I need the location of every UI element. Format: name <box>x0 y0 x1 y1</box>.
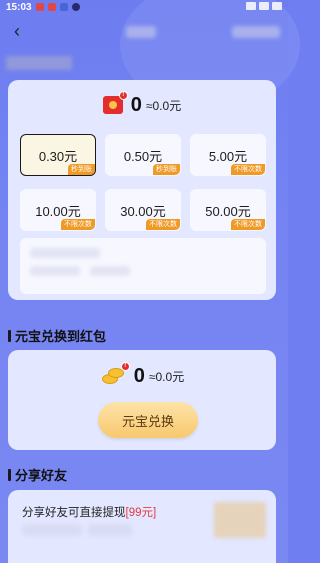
redacted-share-text <box>88 524 132 536</box>
withdraw-option[interactable]: 0.30元 秒到账 <box>20 134 96 176</box>
red-packet-icon: ! <box>102 91 128 114</box>
withdraw-option[interactable]: 30.00元 不限次数 <box>105 189 181 231</box>
share-card: 分享好友可直接提现[99元] <box>8 490 276 563</box>
withdraw-options: 0.30元 秒到账 0.50元 秒到账 5.00元 不限次数 10.00元 不限… <box>20 134 266 231</box>
exchange-section-title: 元宝兑换到红包 <box>8 326 106 345</box>
option-value: 30.00元 <box>120 203 166 219</box>
redpacket-balance: ! 0 ≈0.0元 <box>8 91 276 118</box>
notification-icon <box>71 3 80 11</box>
withdraw-option[interactable]: 10.00元 不限次数 <box>20 189 96 231</box>
option-value: 50.00元 <box>205 203 251 219</box>
coin-approx: ≈0.0元 <box>148 369 185 384</box>
battery-icon <box>272 2 282 10</box>
withdraw-option[interactable]: 5.00元 不限次数 <box>190 134 266 176</box>
redacted-notice-text <box>30 266 80 276</box>
status-time: 15:03 <box>6 1 32 13</box>
option-tag: 不限次数 <box>61 219 95 230</box>
wifi-icon <box>259 2 269 10</box>
redacted-share-text <box>22 524 82 536</box>
balance-approx: ≈0.0元 <box>145 98 182 113</box>
status-icons <box>246 2 282 10</box>
alert-badge: ! <box>120 362 130 371</box>
withdraw-card: ! 0 ≈0.0元 0.30元 秒到账 0.50元 秒到账 5.00元 不限次数… <box>8 80 276 300</box>
section-title-text: 元宝兑换到红包 <box>15 329 107 344</box>
notification-icon <box>47 3 56 11</box>
option-tag: 不限次数 <box>231 164 265 175</box>
coin-amount: 0 <box>133 364 145 387</box>
redacted-title <box>126 26 156 38</box>
option-value: 0.30元 <box>38 148 78 164</box>
title-marker <box>8 329 11 342</box>
redacted-action[interactable] <box>232 26 280 38</box>
notification-icon <box>35 3 44 11</box>
alert-badge: ! <box>118 91 128 100</box>
redacted-notice-text <box>90 266 130 276</box>
share-section-title: 分享好友 <box>8 465 67 484</box>
share-text: 分享好友可直接提现 <box>22 507 126 519</box>
withdraw-option[interactable]: 50.00元 不限次数 <box>190 189 266 231</box>
redacted-subtitle <box>6 56 72 70</box>
withdraw-option[interactable]: 0.50元 秒到账 <box>105 134 181 176</box>
redacted-share-button[interactable] <box>214 502 266 538</box>
option-tag: 秒到账 <box>153 164 180 175</box>
top-bar: ‹ <box>0 18 288 46</box>
redacted-notice-text <box>30 248 100 258</box>
withdraw-notice <box>20 238 266 294</box>
share-description: 分享好友可直接提现[99元] <box>22 504 156 520</box>
option-tag: 不限次数 <box>231 219 265 230</box>
coin-balance: ! 0 ≈0.0元 <box>8 362 276 388</box>
title-marker <box>8 468 11 481</box>
option-value: 0.50元 <box>123 148 163 164</box>
section-title-text: 分享好友 <box>15 468 68 483</box>
notification-icon <box>59 3 68 11</box>
share-reward: [99元] <box>125 507 157 519</box>
signal-icon <box>246 2 256 10</box>
option-tag: 秒到账 <box>68 164 95 175</box>
status-bar: 15:03 <box>0 0 288 14</box>
option-tag: 不限次数 <box>146 219 180 230</box>
option-value: 5.00元 <box>208 148 248 164</box>
exchange-card: ! 0 ≈0.0元 元宝兑换 <box>8 350 276 450</box>
balance-amount: 0 <box>130 93 142 116</box>
back-icon[interactable]: ‹ <box>8 22 26 42</box>
option-value: 10.00元 <box>35 203 81 219</box>
exchange-button[interactable]: 元宝兑换 <box>98 402 198 438</box>
gold-coin-icon: ! <box>100 362 130 386</box>
